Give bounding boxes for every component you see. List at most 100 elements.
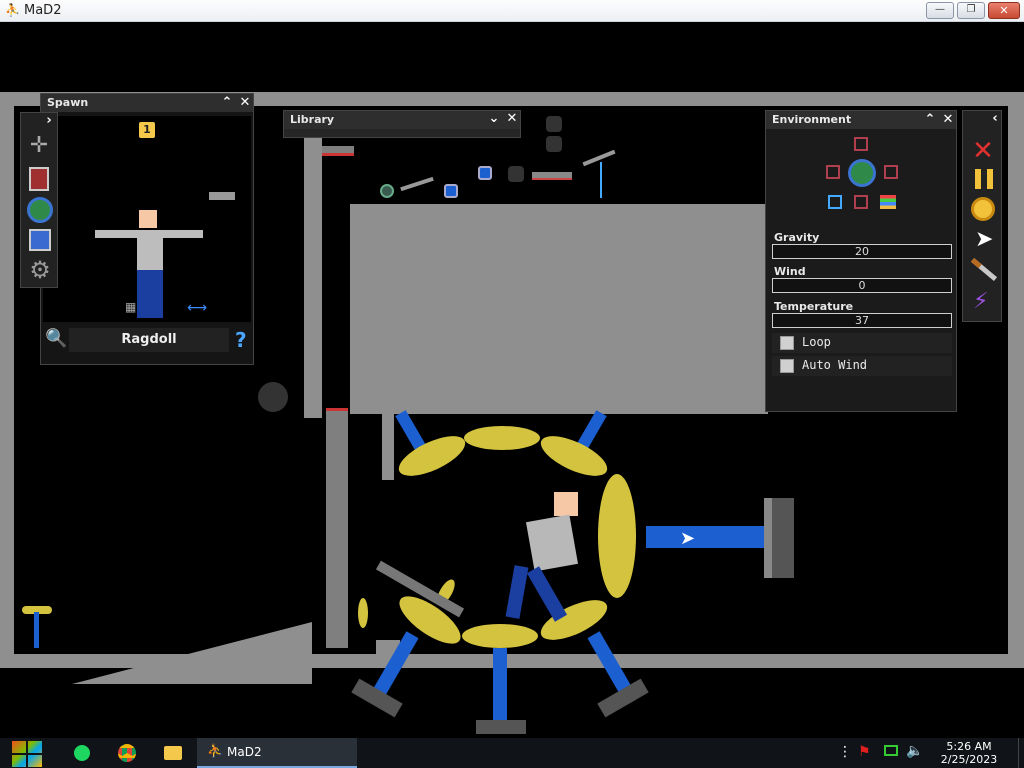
loop-row[interactable]: Loop [772,333,952,353]
pillar-left [304,122,322,418]
category-expand-button[interactable]: › [41,113,57,129]
ragdoll-leg-right [526,566,568,622]
library-close-button[interactable]: ✕ [504,111,520,127]
spawn-panel: Spawn ⌃ ✕ 1 ⟷ ▦ 🔍 Ragdoll ? [40,93,254,365]
environment-collapse-button[interactable]: ⌃ [922,112,938,128]
temperature-input[interactable]: 37 [772,313,952,328]
lamp-object[interactable] [252,376,294,418]
window-titlebar[interactable]: ⛹ MaD2 — ❐ ✕ [0,0,1024,22]
stool-leg [34,612,39,648]
lightning-icon[interactable]: ⚡ [973,289,988,314]
ragdoll-preview-legs [137,270,163,318]
color-picker-icon[interactable]: ▦ [125,300,136,314]
auto-wind-row[interactable]: Auto Wind [772,356,952,376]
wheel-segment-4 [598,474,636,598]
loop-label: Loop [802,335,831,349]
ragdoll-leg-left [505,565,529,619]
lib-object-9[interactable] [582,149,616,167]
lib-object-3[interactable] [444,184,458,198]
count-badge: 1 [139,122,155,138]
auto-wind-label: Auto Wind [802,358,868,372]
env-option-bottom-right[interactable] [880,195,896,209]
axle-rod [646,526,766,548]
overflow-icon[interactable]: ⋮ [838,744,852,760]
show-desktop-button[interactable] [1018,738,1024,768]
globe-icon[interactable] [848,159,876,187]
lib-object-10[interactable] [600,162,602,198]
window-title: MaD2 [24,3,62,18]
delete-icon[interactable]: ✕ [969,137,997,165]
ramp [72,622,312,684]
volume-icon[interactable]: 🔈 [906,743,923,759]
lib-object-6[interactable] [532,172,572,180]
clock-time[interactable]: 5:26 AM [934,740,1004,753]
wheel-segment-9 [358,598,368,628]
pause-icon[interactable] [975,169,993,189]
knife-icon[interactable] [970,257,998,282]
spawn-panel-title: Spawn [47,96,89,109]
gravity-label: Gravity [774,231,820,244]
spawn-preview-area: 1 ⟷ ▦ [43,116,251,322]
search-icon[interactable]: 🔍 [45,328,67,349]
environment-panel: Environment ⌃ ✕ Gravity 20 Wind 0 Temper… [765,110,957,412]
gear-icon[interactable]: ⚙ [27,257,53,283]
maximize-button[interactable]: ❐ [957,2,985,19]
axle-cap [764,498,794,578]
ragdoll-torso[interactable] [525,514,579,572]
wheel-segment-3 [535,428,613,484]
environment-close-button[interactable]: ✕ [940,112,956,128]
library-panel-header[interactable]: Library [284,111,520,129]
folder-icon[interactable] [164,746,182,760]
spawn-category-bar: › ✛ ⚙ [20,112,58,288]
network-icon[interactable] [884,745,898,756]
lib-object-1[interactable] [380,184,394,198]
app-icon: ⛹ [5,3,20,17]
spawn-collapse-button[interactable]: ⌃ [219,95,235,111]
auto-wind-checkbox[interactable] [780,359,794,373]
lib-object-8[interactable] [546,136,562,152]
env-option-left[interactable] [826,165,840,179]
wind-label: Wind [774,265,806,278]
minimize-button[interactable]: — [926,2,954,19]
ragdoll-preview-body [137,230,163,270]
toolbar-collapse-button[interactable]: ‹ [987,111,1003,127]
loop-checkbox[interactable] [780,336,794,350]
library-panel-title: Library [290,113,335,126]
close-button[interactable]: ✕ [988,2,1020,19]
library-collapse-button[interactable]: ⌄ [486,111,502,127]
stopwatch-icon[interactable] [971,197,995,221]
clock-date[interactable]: 2/25/2023 [934,753,1004,766]
spawn-close-button[interactable]: ✕ [237,95,253,111]
taskbar-app-mad2[interactable]: ⛹ MaD2 [197,738,357,768]
start-button[interactable] [12,741,42,767]
wall-left [0,92,14,668]
spawn-search-row: 🔍 Ragdoll ? [43,326,251,354]
piston-column [326,408,348,648]
pointer-icon[interactable]: ➤ [975,227,993,252]
env-option-bottom[interactable] [854,195,868,209]
selected-item-label[interactable]: Ragdoll [69,328,229,352]
temperature-label: Temperature [774,300,854,313]
chrome-icon[interactable] [118,744,136,762]
env-option-right[interactable] [884,165,898,179]
lib-object-2[interactable] [400,176,434,192]
gravity-input[interactable]: 20 [772,244,952,259]
wheel-segment-6 [462,624,538,648]
flag-icon[interactable]: ⚑ [858,744,871,760]
wind-input[interactable]: 0 [772,278,952,293]
swap-arrows-icon[interactable]: ⟷ [187,300,207,316]
pillar-small [382,414,394,480]
help-button[interactable]: ? [235,328,247,352]
taskbar-app-label: MaD2 [227,745,262,759]
env-option-top[interactable] [854,137,868,151]
lib-object-5[interactable] [508,166,524,182]
spotify-icon[interactable] [74,745,90,761]
env-option-bottom-left[interactable] [828,195,842,209]
book-icon[interactable] [29,167,49,191]
save-icon[interactable] [29,229,51,251]
lib-object-7[interactable] [546,116,562,132]
globe-icon[interactable] [27,197,53,223]
ragdoll-head[interactable] [554,492,578,516]
lib-object-4[interactable] [478,166,492,180]
person-icon[interactable]: ✛ [27,133,51,161]
